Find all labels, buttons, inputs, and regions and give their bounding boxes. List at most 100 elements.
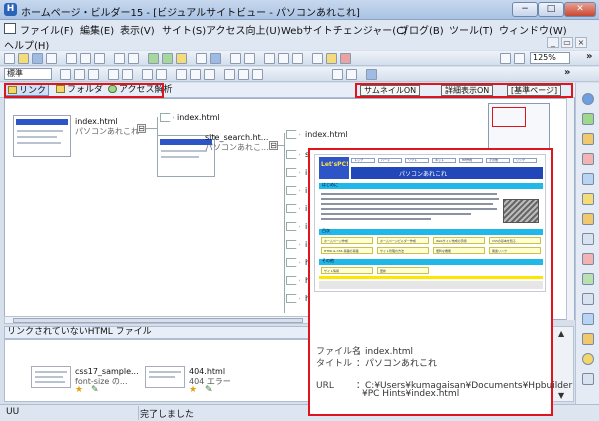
script-icon[interactable] <box>582 233 594 245</box>
outdent-icon[interactable] <box>156 69 167 80</box>
anchor-icon[interactable] <box>244 53 255 64</box>
star-icon[interactable]: ★ <box>75 385 83 395</box>
cut-icon[interactable] <box>66 53 77 64</box>
image-icon[interactable] <box>176 53 187 64</box>
template-icon[interactable] <box>582 213 594 225</box>
app-icon[interactable]: H <box>4 3 17 16</box>
leaf-link-tag[interactable] <box>286 130 300 139</box>
unlinked-file-thumbnail[interactable] <box>31 366 71 388</box>
mdi-minimize-button[interactable]: _ <box>547 37 559 48</box>
redo-icon[interactable] <box>128 53 139 64</box>
minimap-viewport[interactable] <box>492 107 526 127</box>
root-collapse-icon[interactable]: ⊟ <box>137 124 146 133</box>
print-icon[interactable] <box>46 53 57 64</box>
paragraph-style-select[interactable]: 標準 <box>4 68 52 80</box>
leaf-link-tag[interactable] <box>286 222 300 231</box>
menu-tools[interactable]: ツール(T) <box>449 22 493 37</box>
leaf-link-tag[interactable] <box>286 276 300 285</box>
check-tool-icon[interactable] <box>582 313 594 325</box>
leaf-link-tag[interactable] <box>286 294 300 303</box>
site-icon[interactable] <box>162 53 173 64</box>
table-tool-icon[interactable] <box>582 273 594 285</box>
leaf-link-tag[interactable] <box>286 186 300 195</box>
preview-icon[interactable] <box>210 53 221 64</box>
undo-icon[interactable] <box>114 53 125 64</box>
paste-icon[interactable] <box>94 53 105 64</box>
menu-help[interactable]: ヘルプ(H) <box>4 37 49 52</box>
leaf-link-tag[interactable] <box>286 240 300 249</box>
copy-icon[interactable] <box>80 53 91 64</box>
indent-icon[interactable] <box>142 69 153 80</box>
star-tool-icon[interactable] <box>582 353 594 365</box>
menu-file[interactable]: ファイル(F) <box>20 22 74 37</box>
menu-window[interactable]: ウィンドウ(W) <box>499 22 567 37</box>
numbered-list-icon[interactable] <box>122 69 133 80</box>
leaf-link-tag[interactable] <box>286 168 300 177</box>
form-icon[interactable] <box>264 53 275 64</box>
style-icon[interactable] <box>326 53 337 64</box>
document-icon[interactable] <box>4 23 16 34</box>
leaf-link-tag[interactable] <box>286 258 300 267</box>
canvas-vertical-scrollbar[interactable] <box>566 98 574 320</box>
strike-icon[interactable] <box>204 69 215 80</box>
sitemap-icon[interactable] <box>582 113 594 125</box>
link-icon[interactable] <box>230 53 241 64</box>
new-page-icon[interactable] <box>4 53 15 64</box>
scroll-down-icon[interactable]: ▼ <box>558 391 564 400</box>
spell-icon[interactable] <box>312 53 323 64</box>
italic-icon[interactable] <box>190 69 201 80</box>
zoom-in-icon[interactable] <box>500 53 511 64</box>
help-icon[interactable] <box>582 93 594 105</box>
zoom-out-icon[interactable] <box>514 53 525 64</box>
maximize-button[interactable]: □ <box>538 2 564 17</box>
check-icon[interactable] <box>340 53 351 64</box>
parts-icon[interactable] <box>582 133 594 145</box>
rule-icon[interactable] <box>278 53 289 64</box>
leaf-link-tag[interactable] <box>286 150 300 159</box>
palette-icon[interactable] <box>582 253 594 265</box>
parent-link-tag[interactable] <box>160 113 174 122</box>
menu-access[interactable]: アクセス向上(U) <box>206 22 281 37</box>
property-icon[interactable] <box>582 173 594 185</box>
mail-icon[interactable] <box>582 333 594 345</box>
open-folder-icon[interactable] <box>18 53 29 64</box>
overview-minimap[interactable] <box>488 103 550 149</box>
menu-website-changer[interactable]: Webサイトチェンジャー(C) <box>281 22 407 37</box>
scrollbar-thumb[interactable] <box>13 318 303 323</box>
toolbar-overflow-1[interactable]: » <box>586 51 592 62</box>
toolbar-overflow-2[interactable]: » <box>564 67 570 78</box>
font-color-icon[interactable] <box>252 69 263 80</box>
align-left-icon[interactable] <box>60 69 71 80</box>
wrench-icon[interactable]: ✎ <box>91 385 99 395</box>
menu-view[interactable]: 表示(V) <box>120 22 155 37</box>
table-icon[interactable] <box>196 53 207 64</box>
clipart-icon[interactable] <box>582 153 594 165</box>
menu-site[interactable]: サイト(S) <box>162 22 206 37</box>
media-icon[interactable] <box>292 53 303 64</box>
settings-icon[interactable] <box>582 373 594 385</box>
leaf-link-tag[interactable] <box>286 204 300 213</box>
menu-edit[interactable]: 編集(E) <box>80 22 114 37</box>
save-icon[interactable] <box>32 53 43 64</box>
font-larger-icon[interactable] <box>224 69 235 80</box>
star-icon[interactable]: ★ <box>189 385 197 395</box>
list-icon[interactable] <box>108 69 119 80</box>
mdi-close-button[interactable]: × <box>575 37 587 48</box>
layout-icon[interactable] <box>332 69 343 80</box>
unlinked-files-list[interactable]: css17_sample... font-size の... ★ ✎ 404.h… <box>4 339 314 402</box>
zoom-select[interactable]: 125% <box>530 52 570 64</box>
folder-icon[interactable] <box>582 193 594 205</box>
minimize-button[interactable]: − <box>512 2 538 17</box>
mdi-restore-button[interactable]: ▭ <box>561 37 573 48</box>
layer-icon[interactable] <box>346 69 357 80</box>
scroll-up-icon[interactable]: ▲ <box>558 329 564 338</box>
align-right-icon[interactable] <box>88 69 99 80</box>
canvas-horizontal-scrollbar[interactable] <box>4 316 314 324</box>
frame-icon[interactable] <box>366 69 377 80</box>
align-center-icon[interactable] <box>74 69 85 80</box>
close-button[interactable]: ✕ <box>564 2 596 17</box>
html-icon[interactable] <box>582 293 594 305</box>
child-collapse-icon[interactable]: ⊟ <box>269 141 278 150</box>
root-page-thumbnail[interactable] <box>13 115 71 157</box>
menu-blog[interactable]: ブログ(B) <box>399 22 444 37</box>
